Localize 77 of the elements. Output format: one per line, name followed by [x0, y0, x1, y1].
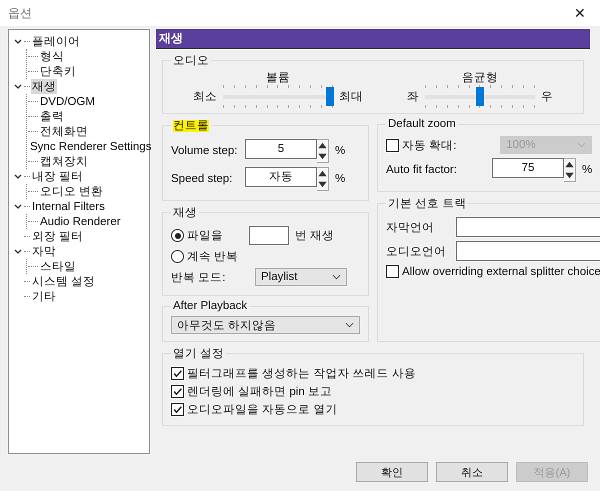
input-field[interactable] — [456, 241, 600, 261]
checkbox[interactable]: 필터그래프를 생성하는 작업자 쓰레드 사용 — [171, 366, 575, 381]
input-field[interactable] — [456, 217, 600, 237]
tree-item[interactable]: 플레이어 — [31, 34, 81, 49]
tree-item[interactable]: DVD/OGM — [39, 96, 96, 108]
dropdown[interactable]: 아무것도 하지않음 — [171, 316, 360, 334]
field-label: 오디오언어 — [386, 244, 447, 258]
slider-title: 음균형 — [462, 71, 498, 85]
field-label: 자막언어 — [386, 220, 435, 234]
tree-item[interactable]: Sync Renderer Settings — [29, 140, 152, 152]
unit-label: % — [582, 164, 592, 176]
tree-item[interactable]: 자막 — [31, 244, 57, 259]
caret-icon — [577, 142, 586, 148]
field-label: Speed step: — [171, 173, 234, 185]
radio-button[interactable]: 파일을 — [171, 228, 243, 243]
group-title: 기본 선호 트랙 — [387, 197, 468, 211]
group-title: 오디오 — [172, 54, 210, 68]
tree-item[interactable]: Internal Filters — [31, 200, 106, 212]
spin-buttons[interactable] — [317, 139, 329, 163]
tree-item[interactable]: 전체화면 — [39, 124, 89, 139]
close-button[interactable]: ✕ — [560, 0, 600, 26]
check-icon — [172, 368, 183, 379]
chevron-icon[interactable] — [13, 172, 23, 182]
checkbox[interactable]: 오디오파일을 자동으로 열기 — [171, 402, 575, 417]
dialog-button[interactable]: 취소 — [436, 462, 508, 482]
tree-item[interactable]: 캡쳐장치 — [39, 154, 89, 169]
spin-field[interactable]: 75 — [492, 158, 564, 178]
tree-item[interactable]: 외장 필터 — [31, 229, 84, 244]
field-label: Auto fit factor: — [386, 164, 458, 176]
group-title: After Playback — [172, 300, 248, 312]
slider-label: 최대 — [339, 90, 363, 104]
slider-thumb[interactable] — [476, 87, 484, 106]
field-label: Volume step: — [171, 145, 238, 157]
chevron-icon[interactable] — [13, 246, 23, 256]
tree-item[interactable]: Audio Renderer — [39, 216, 122, 228]
dropdown[interactable]: Playlist — [255, 268, 347, 286]
checkbox[interactable]: 자동 확대: — [386, 138, 456, 152]
spin-buttons[interactable] — [564, 158, 576, 182]
dialog-button[interactable]: 확인 — [356, 462, 428, 482]
tree-item[interactable]: 시스템 설정 — [31, 274, 96, 289]
field-label: 번 재생 — [295, 229, 334, 243]
slider-label: 우 — [541, 90, 553, 104]
caret-icon — [332, 274, 341, 280]
page-header: 재생 — [156, 29, 590, 49]
unit-label: % — [335, 173, 346, 185]
tree-item[interactable]: 재생 — [31, 79, 57, 94]
tree-item[interactable]: 내장 필터 — [31, 169, 84, 184]
chevron-icon[interactable] — [13, 82, 23, 92]
field-label: 반복 모드: — [171, 270, 226, 284]
tree-item[interactable]: 형식 — [39, 49, 65, 64]
slider-thumb[interactable] — [326, 87, 334, 106]
slider-label: 좌 — [407, 90, 419, 104]
group-title: 열기 설정 — [172, 347, 226, 361]
chevron-icon[interactable] — [13, 36, 23, 46]
caret-icon — [345, 322, 354, 328]
tree-item[interactable]: 오디오 변환 — [39, 184, 104, 199]
tree-item[interactable]: 기타 — [31, 289, 57, 304]
check-icon — [172, 404, 183, 415]
tree-item[interactable]: 스타일 — [39, 259, 77, 274]
spin-buttons[interactable] — [317, 167, 329, 191]
checkbox[interactable]: Allow overriding external splitter choice — [386, 265, 600, 278]
window-title: 옵션 — [8, 4, 32, 22]
tree-item[interactable]: 출력 — [39, 109, 65, 124]
group-title: 재생 — [172, 206, 198, 220]
input-field[interactable] — [249, 226, 289, 245]
tree-item[interactable]: 단축키 — [39, 64, 77, 79]
slider-label: 최소 — [193, 90, 217, 104]
radio-button[interactable]: 계속 반복 — [171, 249, 243, 264]
check-icon — [172, 386, 183, 397]
spin-field[interactable]: 자동 — [245, 167, 317, 187]
chevron-icon[interactable] — [13, 202, 23, 212]
group-title: Default zoom — [387, 118, 457, 130]
group-title: 컨트롤 — [173, 120, 209, 132]
slider-title: 볼륨 — [266, 71, 290, 85]
unit-label: % — [335, 145, 346, 157]
spin-field[interactable]: 5 — [245, 139, 317, 159]
checkbox[interactable]: 렌더링에 실패하면 pin 보고 — [171, 384, 575, 399]
